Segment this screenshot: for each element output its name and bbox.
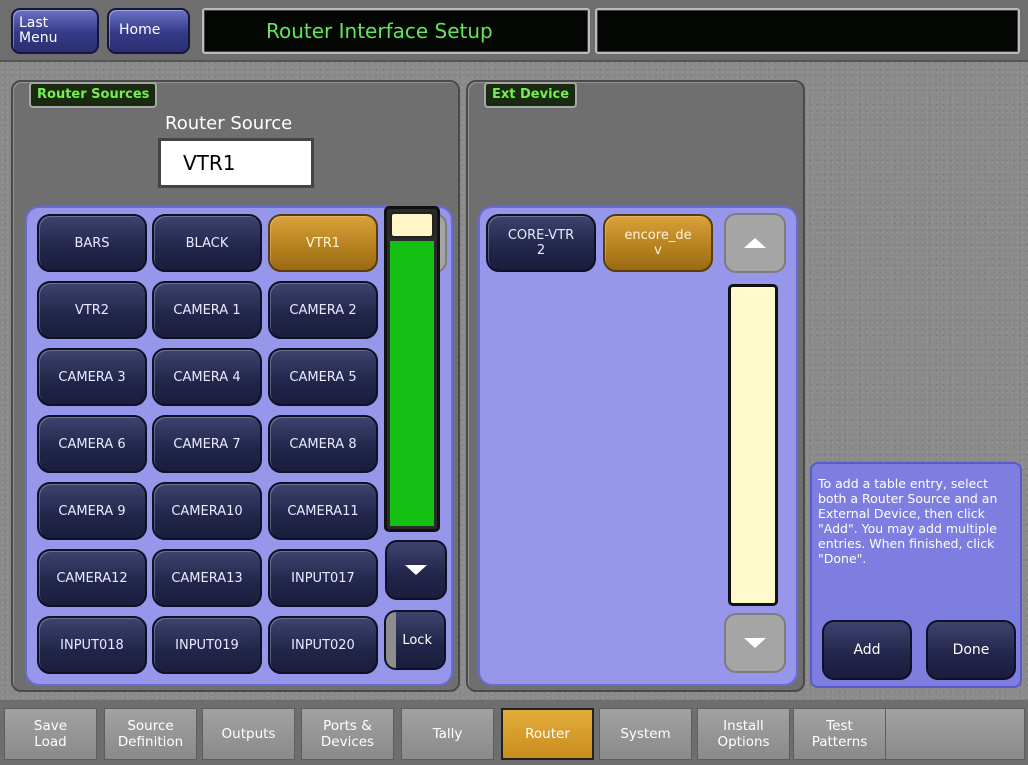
up-arrow-icon	[744, 238, 766, 248]
tab-spacer	[885, 708, 1025, 760]
router-source-button[interactable]: VTR2	[37, 281, 147, 339]
router-source-button[interactable]: INPUT017	[268, 549, 378, 607]
tab-save-load[interactable]: Save Load	[4, 708, 97, 760]
bottom-tab-bar: Save Load Source Definition Outputs Ports &…	[0, 700, 1028, 765]
router-source-button[interactable]: CAMERA 1	[152, 281, 262, 339]
router-source-button[interactable]: CAMERA 7	[152, 415, 262, 473]
router-source-button[interactable]: CAMERA 3	[37, 348, 147, 406]
router-source-button[interactable]: BARS	[37, 214, 147, 272]
ext-scrollbar-track[interactable]	[728, 284, 778, 606]
help-text: To add a table entry, select both a Rout…	[818, 476, 998, 566]
done-button[interactable]: Done	[926, 620, 1016, 680]
ext-device-button[interactable]: encore_de v	[603, 214, 713, 272]
tab-test-patterns[interactable]: Test Patterns	[793, 708, 886, 760]
router-source-button[interactable]: CAMERA12	[37, 549, 147, 607]
ext-scroll-up-button[interactable]	[724, 213, 786, 273]
last-menu-button[interactable]: Last Menu	[11, 8, 99, 54]
router-source-button[interactable]: CAMERA10	[152, 482, 262, 540]
router-source-button[interactable]: CAMERA 9	[37, 482, 147, 540]
down-arrow-icon	[744, 638, 766, 648]
router-sources-tag: Router Sources	[29, 82, 158, 108]
lock-button[interactable]: Lock	[384, 610, 446, 670]
router-source-button[interactable]: CAMERA 6	[37, 415, 147, 473]
router-source-label: Router Source	[165, 113, 293, 134]
add-button[interactable]: Add	[822, 620, 912, 680]
tab-system[interactable]: System	[599, 708, 692, 760]
tab-router[interactable]: Router	[501, 708, 594, 760]
router-source-button[interactable]: BLACK	[152, 214, 262, 272]
tab-tally[interactable]: Tally	[401, 708, 494, 760]
tab-source-definition[interactable]: Source Definition	[104, 708, 197, 760]
lock-edge	[386, 612, 396, 668]
router-source-button[interactable]: VTR1	[268, 214, 378, 272]
router-scrollbar-fill	[390, 241, 434, 526]
top-bar: Last Menu Home Router Interface Setup	[0, 0, 1028, 62]
router-scrollbar-track[interactable]	[384, 206, 440, 532]
router-source-button[interactable]: CAMERA 5	[268, 348, 378, 406]
help-box: To add a table entry, select both a Rout…	[810, 462, 1022, 688]
home-button[interactable]: Home	[107, 8, 190, 54]
ext-device-tag: Ext Device	[484, 82, 578, 108]
router-source-button[interactable]: CAMERA 8	[268, 415, 378, 473]
ext-device-button[interactable]: CORE-VTR 2	[486, 214, 596, 272]
router-source-button[interactable]: INPUT020	[268, 616, 378, 674]
lock-label: Lock	[402, 632, 432, 648]
tab-install-options[interactable]: Install Options	[697, 708, 790, 760]
router-source-button[interactable]: CAMERA13	[152, 549, 262, 607]
down-arrow-icon	[405, 565, 427, 575]
router-source-button[interactable]: CAMERA 4	[152, 348, 262, 406]
status-display	[595, 8, 1020, 54]
tab-ports-devices[interactable]: Ports & Devices	[301, 708, 394, 760]
router-source-button[interactable]: INPUT019	[152, 616, 262, 674]
router-source-button[interactable]: INPUT018	[37, 616, 147, 674]
router-source-button[interactable]: CAMERA11	[268, 482, 378, 540]
router-source-field[interactable]: VTR1	[158, 138, 314, 188]
router-scrollbar-thumb[interactable]	[390, 212, 434, 238]
router-scroll-down-button[interactable]	[385, 540, 447, 600]
ext-scroll-down-button[interactable]	[724, 613, 786, 673]
tab-outputs[interactable]: Outputs	[202, 708, 295, 760]
router-source-button[interactable]: CAMERA 2	[268, 281, 378, 339]
page-title: Router Interface Setup	[202, 8, 590, 54]
